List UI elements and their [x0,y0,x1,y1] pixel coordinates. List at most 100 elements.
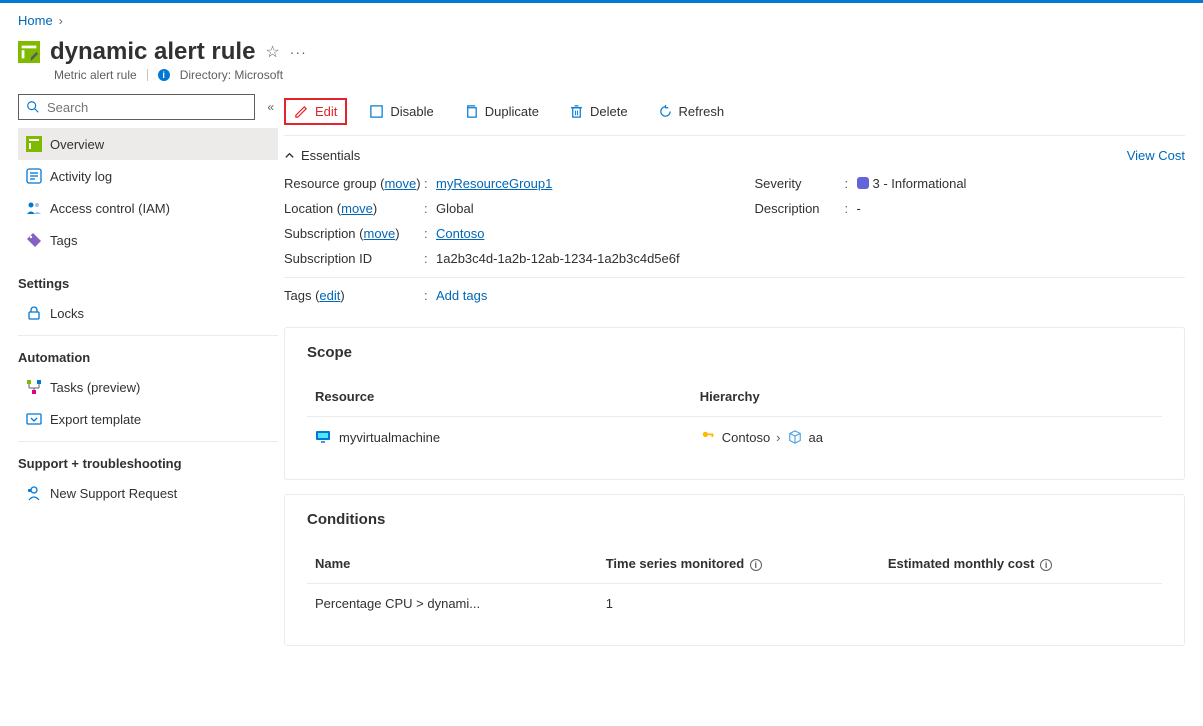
sidebar-item-tags[interactable]: Tags [18,224,278,256]
more-icon[interactable]: ··· [290,44,307,60]
subscription-move-link[interactable]: move [364,226,396,241]
sidebar-item-label: Tasks (preview) [50,380,140,395]
conditions-col-cost: Estimated monthly cost i [880,548,1162,584]
delete-label: Delete [590,104,628,119]
alert-resource-icon [18,41,40,63]
subtitle-row: Metric alert rule i Directory: Microsoft [18,68,1185,82]
sidebar-section-settings: Settings [18,262,278,297]
sidebar-item-label: Activity log [50,169,112,184]
sidebar-search-box[interactable] [18,94,255,120]
breadcrumb-home[interactable]: Home [18,13,53,28]
alert-icon [26,136,42,152]
scope-hier-root: Contoso [722,430,770,445]
sidebar-item-label: New Support Request [50,486,177,501]
directory-value: Microsoft [234,68,283,82]
subscription-value[interactable]: Contoso [436,226,484,241]
view-cost-link[interactable]: View Cost [1127,148,1185,163]
conditions-col-timeseries: Time series monitored i [598,548,880,584]
resource-group-move-link[interactable]: move [384,176,416,191]
scope-resource-name: myvirtualmachine [339,430,440,445]
condition-timeseries: 1 [598,584,880,624]
duplicate-label: Duplicate [485,104,539,119]
disable-label: Disable [390,104,433,119]
subscription-id-label: Subscription ID [284,251,424,266]
resource-group-value[interactable]: myResourceGroup1 [436,176,552,191]
sidebar-item-label: Access control (IAM) [50,201,170,216]
severity-label: Severity [755,176,845,191]
sidebar-item-activity-log[interactable]: Activity log [18,160,278,192]
severity-value: 3 - Informational [873,176,967,191]
delete-button[interactable]: Delete [561,100,636,123]
sidebar-item-label: Overview [50,137,104,152]
sidebar-item-access-control[interactable]: Access control (IAM) [18,192,278,224]
edit-button[interactable]: Edit [284,98,347,125]
sidebar-item-tasks[interactable]: Tasks (preview) [18,371,278,403]
resource-group-icon [787,429,803,445]
scope-card: Scope Resource Hierarchy [284,327,1185,480]
breadcrumb: Home › [18,3,1185,34]
essentials-heading: Essentials [301,148,360,163]
collapse-sidebar-icon[interactable]: « [263,96,278,118]
chevron-up-icon [284,150,295,161]
support-icon [26,485,42,501]
tags-edit-link[interactable]: edit [319,288,340,303]
scope-hier-child: aa [809,430,823,445]
info-icon[interactable]: i [750,559,762,571]
refresh-label: Refresh [679,104,725,119]
sidebar-item-overview[interactable]: Overview [18,128,278,160]
description-value: - [857,201,861,216]
toolbar: Edit Disable Duplicate Delete Refresh [284,94,1185,136]
sidebar: « Overview Activity log Access control (… [18,94,278,646]
conditions-heading: Conditions [307,511,1162,528]
search-input[interactable] [47,100,248,115]
subscription-label: Subscription [284,226,356,241]
location-move-link[interactable]: move [341,201,373,216]
conditions-table-row: Percentage CPU > dynami... 1 [307,584,1162,624]
scope-heading: Scope [307,344,1162,361]
separator [147,69,148,81]
scope-table-row: myvirtualmachine Contoso › [307,417,1162,458]
export-icon [26,411,42,427]
severity-color-icon [857,177,869,189]
info-icon[interactable]: i [1040,559,1052,571]
conditions-card: Conditions Name Time series monitored i … [284,494,1185,646]
condition-name: Percentage CPU > dynami... [307,584,598,624]
sidebar-item-label: Tags [50,233,77,248]
resource-group-label: Resource group [284,176,377,191]
log-icon [26,168,42,184]
duplicate-button[interactable]: Duplicate [456,100,547,123]
refresh-button[interactable]: Refresh [650,100,733,123]
sidebar-item-label: Locks [50,306,84,321]
main-content: Edit Disable Duplicate Delete Refresh [278,94,1185,646]
tag-icon [26,232,42,248]
sidebar-item-new-support-request[interactable]: New Support Request [18,477,278,509]
sidebar-section-automation: Automation [18,335,278,371]
add-tags-link[interactable]: Add tags [436,288,487,303]
key-icon [700,429,716,445]
sidebar-section-support: Support + troubleshooting [18,441,278,477]
sidebar-item-export-template[interactable]: Export template [18,403,278,435]
sidebar-item-locks[interactable]: Locks [18,297,278,329]
essentials-toggle[interactable]: Essentials [284,148,360,163]
info-icon[interactable]: i [158,69,170,81]
subscription-id-value: 1a2b3c4d-1a2b-12ab-1234-1a2b3c4d5e6f [436,251,680,266]
tags-label: Tags [284,288,311,303]
directory-label: Directory: [180,68,231,82]
location-value: Global [436,201,474,216]
vm-icon [315,429,331,445]
description-label: Description [755,201,845,216]
tasks-icon [26,379,42,395]
chevron-right-icon: › [776,430,780,445]
favorite-star-icon[interactable]: ☆ [265,42,279,62]
search-icon [25,99,41,115]
resource-type-label: Metric alert rule [54,68,137,82]
people-icon [26,200,42,216]
location-label: Location [284,201,333,216]
page-title: dynamic alert rule [50,38,255,66]
scope-col-resource: Resource [307,381,692,417]
conditions-col-name: Name [307,548,598,584]
scope-col-hierarchy: Hierarchy [692,381,1162,417]
chevron-right-icon: › [59,14,63,28]
lock-icon [26,305,42,321]
disable-button[interactable]: Disable [361,100,441,123]
